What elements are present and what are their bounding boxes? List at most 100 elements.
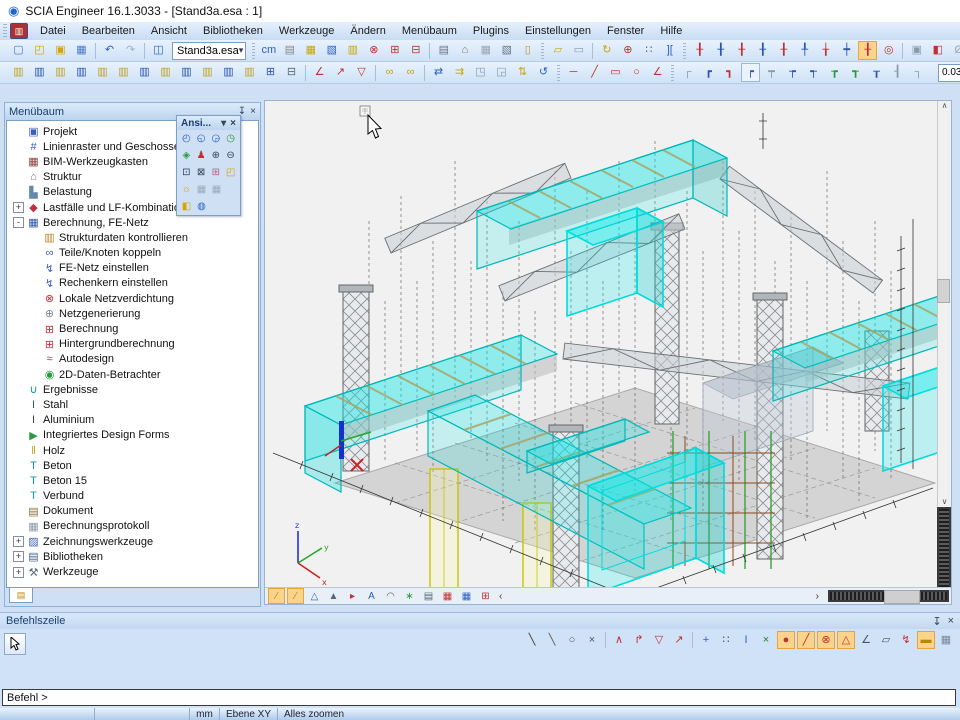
- tree-item-berechnungsprotokoll[interactable]: ▦ Berechnungsprotokoll: [7, 519, 258, 534]
- tree-item-zeichnungswerkzeuge[interactable]: + ▨ Zeichnungswerkzeuge: [7, 534, 258, 549]
- results-setup-icon[interactable]: ⊟: [406, 41, 425, 60]
- connect-members-icon[interactable]: ⊞: [261, 63, 280, 82]
- tree-item-autodesign[interactable]: ≈ Autodesign: [7, 352, 258, 367]
- close-icon[interactable]: ×: [250, 106, 256, 117]
- tree-item-verbund[interactable]: T Verbund: [7, 489, 258, 504]
- save-icon[interactable]: ▦: [72, 41, 91, 60]
- model-3d-view[interactable]: z y x: [265, 101, 939, 589]
- snap-clear-icon[interactable]: ×: [757, 631, 775, 649]
- tree-item-berechnung-fe-netz[interactable]: - ▦ Berechnung, FE-Netz: [7, 215, 258, 230]
- geometry-edit-12-icon[interactable]: ┐: [909, 63, 928, 82]
- status-plane[interactable]: Ebene XY: [220, 708, 278, 720]
- snap-free-icon[interactable]: ╲: [523, 631, 541, 649]
- connection-icon[interactable]: ∠: [310, 63, 329, 82]
- view-box-icon[interactable]: ▦: [439, 588, 456, 604]
- calculator-icon[interactable]: ▦: [301, 41, 320, 60]
- print-icon[interactable]: ▤: [434, 41, 453, 60]
- tree-item-bibliotheken[interactable]: + ▤ Bibliotheken: [7, 549, 258, 564]
- tree-expander[interactable]: +: [13, 551, 24, 562]
- activity-icon[interactable]: ▧: [322, 41, 341, 60]
- view-side-icon[interactable]: ◶: [209, 131, 224, 146]
- grid-toggle-icon[interactable]: ⊞: [477, 588, 494, 604]
- endpoint-snap-icon[interactable]: ●: [777, 631, 795, 649]
- horizontal-scroll-thumb[interactable]: [884, 590, 920, 604]
- tree-item-rechenkern-einstellen[interactable]: ↯ Rechenkern einstellen: [7, 276, 258, 291]
- wall-icon[interactable]: ▥: [198, 63, 217, 82]
- horizontal-scrollbar[interactable]: [506, 588, 811, 604]
- tree-expander[interactable]: -: [13, 217, 24, 228]
- rectangle-icon[interactable]: ▭: [606, 63, 625, 82]
- tree-item-ergebnisse[interactable]: ∪ Ergebnisse: [7, 382, 258, 397]
- tree-item-holz[interactable]: ‖ Holz: [7, 443, 258, 458]
- dimension-style-icon[interactable]: ][: [660, 41, 679, 60]
- snap-plane-icon[interactable]: ▽: [650, 631, 668, 649]
- export-icon[interactable]: ▧: [497, 41, 516, 60]
- geometry-edit-1-icon[interactable]: ┌: [678, 63, 697, 82]
- zoom-out-icon[interactable]: ⊖: [223, 148, 238, 163]
- status-units[interactable]: mm: [190, 708, 220, 720]
- find-icon[interactable]: ⊕: [618, 41, 637, 60]
- catalog-block-icon[interactable]: ▥: [240, 63, 259, 82]
- tree-item-stahl[interactable]: I Stahl: [7, 397, 258, 412]
- solver-setup-icon[interactable]: ⊞: [385, 41, 404, 60]
- vertical-rotate-wheel[interactable]: [937, 507, 951, 589]
- cursor-select-icon[interactable]: +: [697, 631, 715, 649]
- menu-datei[interactable]: Datei: [32, 24, 74, 38]
- menu-hilfe[interactable]: Hilfe: [652, 24, 690, 38]
- rotate-icon[interactable]: ↺: [534, 63, 553, 82]
- tree-item-werkzeuge[interactable]: + ⚒ Werkzeuge: [7, 564, 258, 579]
- menu-fenster[interactable]: Fenster: [599, 24, 652, 38]
- view-top-icon[interactable]: ◴: [179, 131, 194, 146]
- blank-document-icon[interactable]: ▭: [569, 41, 588, 60]
- load-display-icon[interactable]: ▲: [325, 588, 342, 604]
- line-icon[interactable]: ─: [564, 63, 583, 82]
- member-hinges-icon[interactable]: ╂: [732, 41, 751, 60]
- view-box-settings-icon[interactable]: ▦: [458, 588, 475, 604]
- snap-size-spinner[interactable]: 0.03.. ▲▼: [938, 64, 960, 82]
- tree-item-fe-netz-einstellen[interactable]: ↯ FE-Netz einstellen: [7, 261, 258, 276]
- tangent-snap-icon[interactable]: ∠: [857, 631, 875, 649]
- pin-icon[interactable]: ↧: [932, 615, 941, 628]
- clipping-box-icon[interactable]: ◧: [179, 199, 194, 214]
- geometry-edit-3-icon[interactable]: ┓: [720, 63, 739, 82]
- member-nodes-icon[interactable]: ╂: [690, 41, 709, 60]
- view-palette-header[interactable]: Ansi... ▾ ×: [177, 116, 240, 130]
- tree-item-beton-15[interactable]: T Beton 15: [7, 473, 258, 488]
- circle-icon[interactable]: ○: [627, 63, 646, 82]
- arbitrary-beam-icon[interactable]: ▥: [72, 63, 91, 82]
- geometry-edit-7-icon[interactable]: ┭: [804, 63, 823, 82]
- geometry-edit-6-icon[interactable]: ┮: [783, 63, 802, 82]
- horizontal-rotate-wheel[interactable]: [828, 590, 886, 602]
- load-panel-icon[interactable]: ▥: [219, 63, 238, 82]
- member-system-lines-icon[interactable]: ┿: [837, 41, 856, 60]
- column-icon[interactable]: ▥: [93, 63, 112, 82]
- copy-icon[interactable]: ⇉: [450, 63, 469, 82]
- measure-snap-icon[interactable]: ▬: [917, 631, 935, 649]
- command-input[interactable]: Befehl >: [2, 689, 956, 706]
- menu-grip[interactable]: [3, 24, 7, 38]
- menu-menuebaum[interactable]: Menübaum: [394, 24, 465, 38]
- tree-tab[interactable]: ▤: [9, 588, 33, 603]
- geometry-edit-11-icon[interactable]: ┨: [888, 63, 907, 82]
- couple-nodes-icon[interactable]: ∞: [380, 63, 399, 82]
- scroll-up-icon[interactable]: ∧: [942, 101, 948, 110]
- intersection-icon[interactable]: ⊟: [282, 63, 301, 82]
- snap-curve-icon[interactable]: ↗: [670, 631, 688, 649]
- tree-item-2d-daten-betrachter[interactable]: ◉ 2D-Daten-Betrachter: [7, 367, 258, 382]
- haunch-icon[interactable]: ▥: [51, 63, 70, 82]
- zoom-all-icon[interactable]: ⊠: [194, 165, 209, 180]
- tree-item-berechnung[interactable]: ⊞ Berechnung: [7, 321, 258, 336]
- zoom-selection-icon[interactable]: ⊞: [209, 165, 224, 180]
- open-project-icon[interactable]: ◰: [30, 41, 49, 60]
- member-surfaces-icon[interactable]: ╂: [858, 41, 877, 60]
- line-grid-snap-icon[interactable]: I: [737, 631, 755, 649]
- angle-icon[interactable]: ∠: [648, 63, 667, 82]
- snap-circle-icon[interactable]: ○: [563, 631, 581, 649]
- render-wireframe-icon[interactable]: ∕: [268, 588, 285, 604]
- snap-off-icon[interactable]: ×: [583, 631, 601, 649]
- saved-views-icon[interactable]: ◰: [223, 165, 238, 180]
- transform-icon[interactable]: ↻: [597, 41, 616, 60]
- document-icon[interactable]: ▦: [476, 41, 495, 60]
- vertical-scrollbar[interactable]: ∧ ∨: [937, 101, 951, 506]
- units-icon[interactable]: cm: [259, 41, 278, 60]
